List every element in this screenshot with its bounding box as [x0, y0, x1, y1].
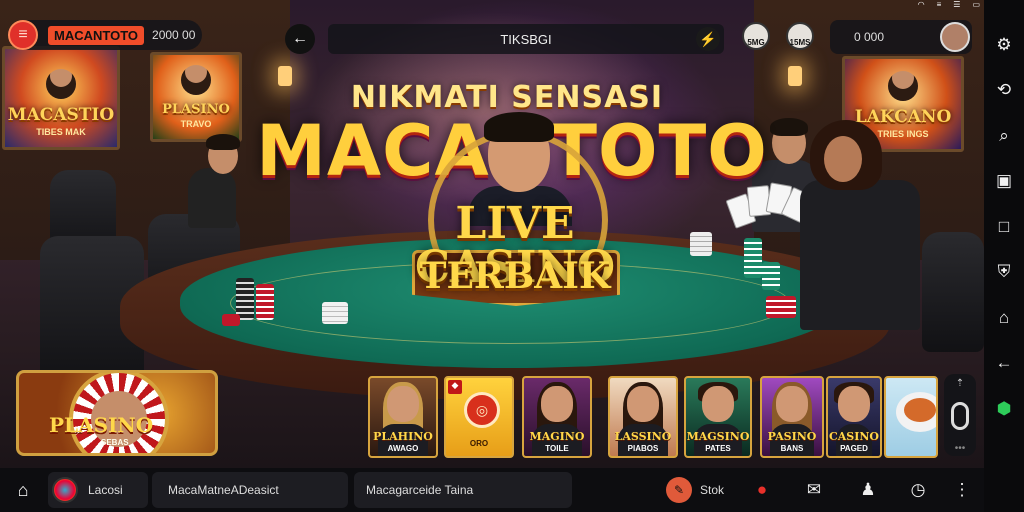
shield-icon[interactable]: ⛨: [984, 250, 1024, 296]
tile-subtitle: PATES: [705, 444, 731, 453]
link-icon[interactable]: ⟲: [984, 68, 1024, 114]
tile-subtitle: TOILE: [545, 444, 569, 453]
chip-stack: [256, 284, 274, 320]
game-tile[interactable]: PLAHINO AWAGO: [368, 376, 438, 458]
clock-icon[interactable]: ◷: [904, 476, 932, 504]
chip-stack: [766, 296, 796, 318]
tab-label: MacaMatneADeasict: [168, 483, 279, 497]
bottom-tab[interactable]: MacaMatneADeasict: [152, 472, 348, 508]
chip-stack: [744, 238, 762, 278]
chip-stack: [222, 314, 240, 326]
tile-title: LASSINO: [614, 430, 672, 443]
tile-title: MAGINO: [529, 430, 585, 443]
brand-pill: ≡ MACANTOTO 2000 00: [8, 20, 202, 50]
game-tile[interactable]: ◆ ◎ ORO: [444, 376, 514, 458]
wallet-icon[interactable]: ▣: [984, 159, 1024, 205]
app-logo: [52, 477, 78, 503]
tile-subtitle: SEBAS: [101, 438, 129, 447]
tile-title: CASINO: [828, 430, 879, 443]
food-image: [904, 398, 936, 422]
hamburger-icon: ≡: [936, 0, 942, 9]
lightning-icon[interactable]: ⚡: [696, 27, 720, 51]
game-tile[interactable]: PASINO BANS: [760, 376, 824, 458]
chip-stack: [690, 232, 712, 256]
top-bar: ≡ MACANTOTO 2000 00 ← TIKSBGI ⚡ 5MG 15MS…: [0, 0, 984, 60]
bottom-tab[interactable]: Lacosi: [48, 472, 148, 508]
tile-title: MAGSINO: [686, 430, 750, 443]
quick-avatar[interactable]: 5MG: [742, 22, 770, 50]
quick-avatar[interactable]: 15MS: [786, 22, 814, 50]
chevrons-icon[interactable]: ⇡: [944, 378, 976, 389]
tab-label: Lacosi: [88, 483, 123, 497]
home-icon[interactable]: ⌂: [984, 295, 1024, 341]
game-tile[interactable]: CASINO PAGED: [826, 376, 882, 458]
dots-icon[interactable]: •••: [944, 443, 976, 454]
chip-icon: ◎: [464, 392, 500, 428]
user-avatar[interactable]: [940, 22, 970, 52]
home-icon[interactable]: ⌂: [10, 477, 36, 503]
wifi-icon: ◠: [917, 0, 925, 9]
chat-icon[interactable]: ✉: [800, 476, 828, 504]
more-icon[interactable]: ⋮: [948, 476, 976, 504]
arrow-left-icon[interactable]: ←: [285, 24, 315, 54]
balance-value: 2000 00: [152, 28, 196, 42]
stok-button[interactable]: ✎ Stok: [666, 476, 724, 504]
stok-label: Stok: [700, 483, 725, 497]
tile-title: PLASINO: [49, 413, 154, 437]
tile-subtitle: ORO: [469, 439, 489, 448]
game-tiles-row: PLASINO SEBAS PLAHINO AWAGO ◆ ◎ ORO MAGI…: [0, 366, 984, 462]
notification-icon[interactable]: ♟: [854, 476, 882, 504]
settings-gear-icon[interactable]: ⚙: [984, 22, 1024, 68]
game-tile[interactable]: MAGSINO PATES: [684, 376, 752, 458]
chair: [922, 232, 984, 352]
tile-subtitle: PIABOS: [627, 444, 659, 453]
tile-scroll-control[interactable]: ⇡ •••: [944, 374, 976, 456]
android-icon[interactable]: ⬢: [984, 386, 1024, 432]
tile-subtitle: AWAGO: [387, 444, 419, 453]
gift-icon[interactable]: ●: [748, 476, 776, 504]
game-tile[interactable]: MAGINO TOILE: [522, 376, 592, 458]
brand-name: MACANTOTO: [48, 25, 145, 45]
side-nav: ⚙ ⟲ ⌕ ▣ □ ⛨ ⌂ ← ⬢: [984, 0, 1024, 512]
battery-icon: ▭: [972, 0, 980, 9]
account-pill[interactable]: 0 000: [830, 20, 972, 54]
back-arrow-icon[interactable]: ←: [984, 341, 1024, 387]
stok-icon: ✎: [666, 477, 692, 503]
bottom-bar: ⌂ Lacosi MacaMatneADeasict Macagarceide …: [0, 468, 984, 512]
tile-subtitle: BANS: [780, 444, 804, 453]
title-bar[interactable]: TIKSBGI ⚡: [328, 24, 724, 54]
chip-stack: [322, 302, 348, 324]
chip-stack: [762, 262, 780, 290]
badge-subtitle: TERBAIK: [419, 255, 611, 297]
square-icon[interactable]: □: [984, 204, 1024, 250]
tile-subtitle: PAGED: [840, 444, 868, 453]
featured-game-tile[interactable]: PLASINO SEBAS: [16, 370, 218, 456]
badge-icon: ◆: [448, 380, 462, 394]
search-icon[interactable]: ⌕: [984, 113, 1024, 159]
game-tile[interactable]: [884, 376, 938, 458]
title-text: TIKSBGI: [500, 31, 552, 47]
game-tile[interactable]: LASSINO PIABOS: [608, 376, 678, 458]
tile-title: PLAHINO: [373, 430, 433, 443]
account-value: 0 000: [854, 30, 885, 44]
menu-icon: ☰: [953, 0, 961, 9]
tab-label: Macagarceide Taina: [366, 483, 474, 497]
status-bar: ◠ ≡ ☰ ▭: [880, 0, 984, 10]
tile-title: PASINO: [767, 430, 817, 443]
hamburger-icon[interactable]: ≡: [8, 20, 38, 50]
bottom-tab[interactable]: Macagarceide Taina: [354, 472, 572, 508]
scroll-knob[interactable]: [951, 402, 969, 430]
